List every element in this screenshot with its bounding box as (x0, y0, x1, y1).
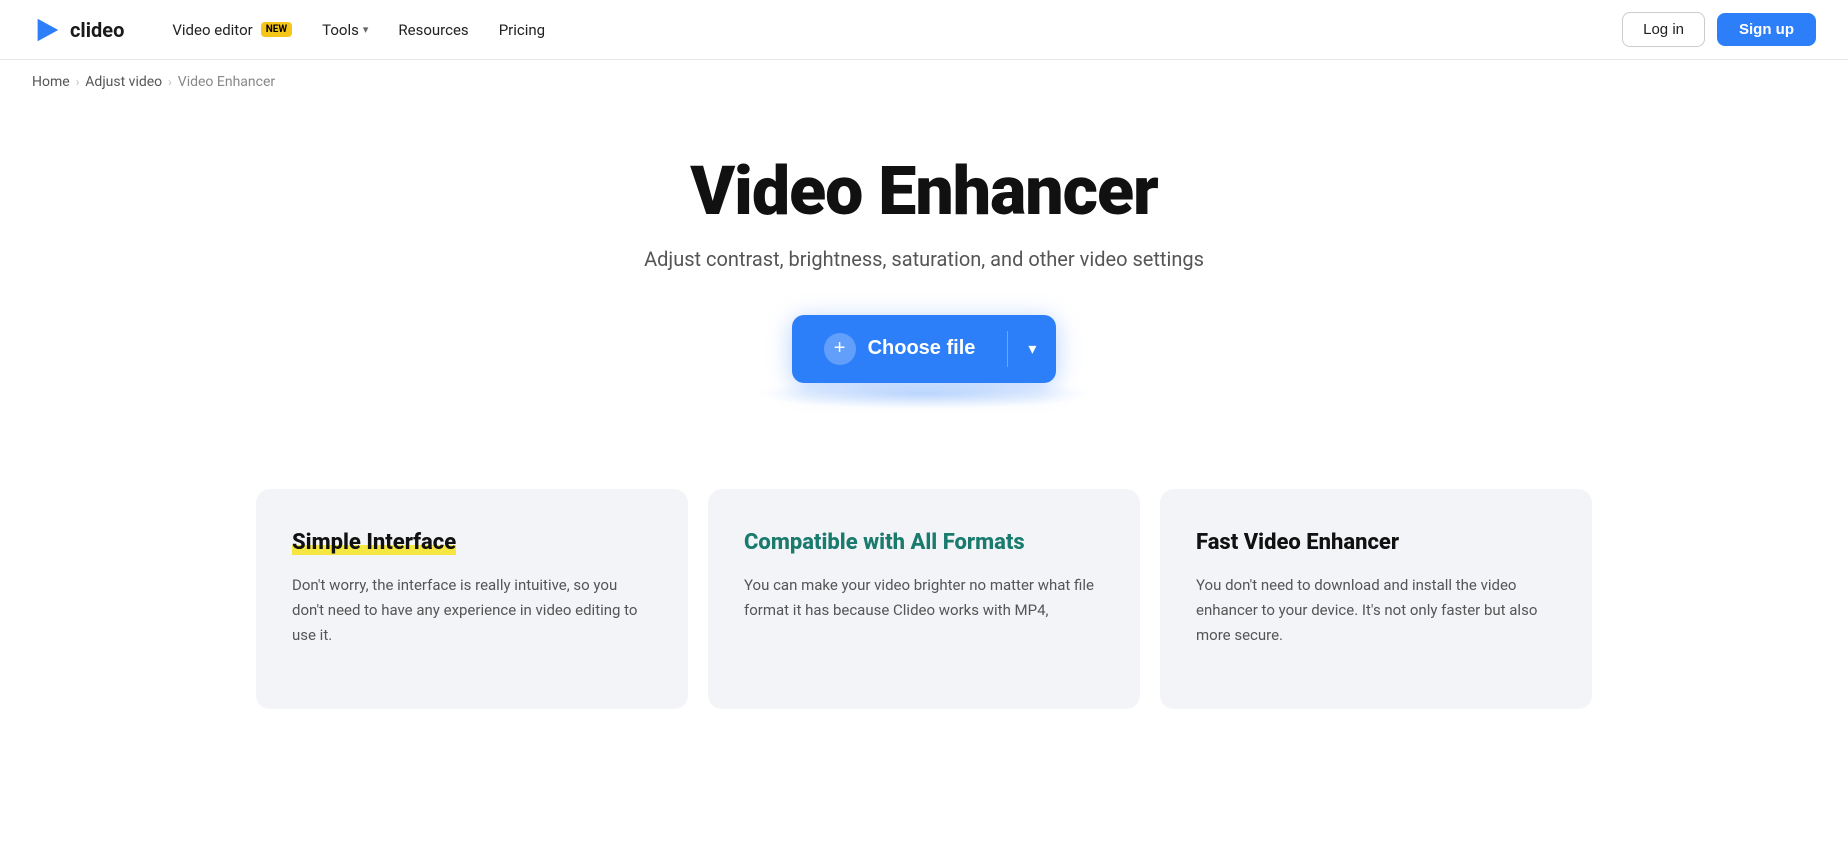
new-badge: NEW (261, 22, 292, 37)
breadcrumb-current: Video Enhancer (178, 74, 275, 90)
nav-resources[interactable]: Resources (386, 15, 480, 45)
nav-pricing-label: Pricing (499, 21, 545, 39)
plus-icon: + (824, 333, 856, 365)
choose-file-area: + Choose file ▾ (20, 315, 1828, 409)
page-title: Video Enhancer (20, 154, 1828, 229)
clideo-logo-icon (32, 15, 62, 45)
feature-desc-compatible-formats: You can make your video brighter no matt… (744, 573, 1104, 623)
logo-text: clideo (70, 18, 124, 42)
choose-file-button-group: + Choose file ▾ (792, 315, 1057, 383)
breadcrumb-home[interactable]: Home (32, 74, 70, 90)
hero-section: Video Enhancer Adjust contrast, brightne… (0, 104, 1848, 469)
nav-tools[interactable]: Tools ▾ (310, 15, 380, 45)
nav-video-editor-label: Video editor (172, 21, 252, 39)
tools-chevron-icon: ▾ (363, 23, 369, 36)
signup-button[interactable]: Sign up (1717, 13, 1816, 46)
feature-title-fast-enhancer: Fast Video Enhancer (1196, 529, 1556, 558)
nav-pricing[interactable]: Pricing (487, 15, 557, 45)
choose-file-dropdown-button[interactable]: ▾ (1008, 321, 1056, 377)
breadcrumb-separator-2: › (168, 75, 172, 89)
choose-file-button[interactable]: + Choose file (792, 315, 1008, 383)
feature-card-simple-interface: Simple Interface Don't worry, the interf… (256, 489, 688, 709)
nav-resources-label: Resources (398, 21, 468, 39)
breadcrumb: Home › Adjust video › Video Enhancer (0, 60, 1848, 104)
features-section: Simple Interface Don't worry, the interf… (224, 469, 1624, 709)
breadcrumb-adjust-video[interactable]: Adjust video (85, 74, 162, 90)
logo[interactable]: clideo (32, 15, 124, 45)
dropdown-chevron-icon: ▾ (1028, 339, 1036, 359)
hero-subtitle: Adjust contrast, brightness, saturation,… (20, 247, 1828, 271)
header: clideo Video editor NEW Tools ▾ Resource… (0, 0, 1848, 60)
feature-title-simple-interface: Simple Interface (292, 529, 652, 558)
login-button[interactable]: Log in (1622, 12, 1705, 47)
feature-card-compatible-formats: Compatible with All Formats You can make… (708, 489, 1140, 709)
breadcrumb-separator-1: › (76, 75, 80, 89)
feature-card-fast-enhancer: Fast Video Enhancer You don't need to do… (1160, 489, 1592, 709)
button-glow (754, 379, 1094, 409)
nav-video-editor[interactable]: Video editor NEW (160, 15, 304, 45)
header-actions: Log in Sign up (1622, 12, 1816, 47)
feature-title-compatible-formats: Compatible with All Formats (744, 529, 1104, 558)
feature-desc-fast-enhancer: You don't need to download and install t… (1196, 573, 1556, 647)
choose-file-label: Choose file (868, 337, 976, 360)
main-nav: Video editor NEW Tools ▾ Resources Prici… (160, 15, 1622, 45)
feature-title-text: Simple Interface (292, 530, 456, 555)
feature-desc-simple-interface: Don't worry, the interface is really int… (292, 573, 652, 647)
nav-tools-label: Tools (322, 21, 359, 39)
